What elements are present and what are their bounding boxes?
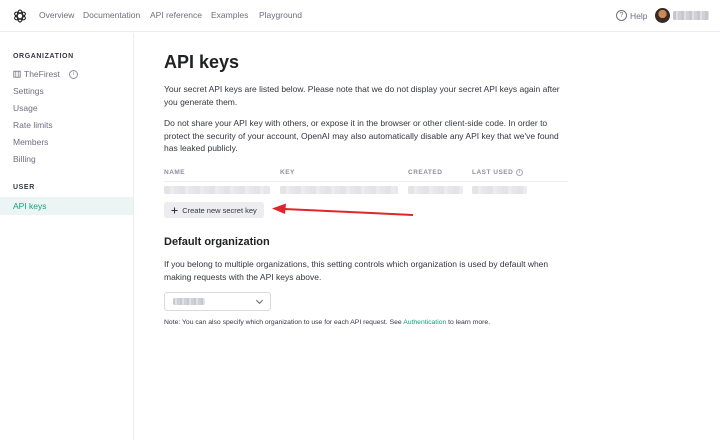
sidebar-item-rate-limits[interactable]: Rate limits — [13, 120, 53, 130]
key-created-redacted — [408, 186, 463, 194]
info-icon[interactable]: i — [516, 169, 524, 176]
create-secret-key-button[interactable]: Create new secret key — [164, 202, 264, 218]
nav-examples[interactable]: Examples — [211, 10, 248, 20]
help-label: Help — [630, 10, 648, 21]
column-header-created: CREATED — [408, 169, 443, 176]
building-icon — [13, 70, 21, 78]
annotation-arrow — [272, 203, 414, 216]
sidebar-item-api-keys[interactable]: API keys — [0, 197, 133, 215]
warning-text: Do not share your API key with others, o… — [164, 118, 559, 153]
org-selector[interactable]: TheFirest i — [13, 69, 78, 79]
help-icon: ? — [616, 10, 627, 21]
top-nav: Overview Documentation API reference Exa… — [0, 0, 720, 32]
column-header-name: NAME — [164, 169, 186, 176]
nav-documentation[interactable]: Documentation — [83, 10, 140, 20]
sidebar-item-label: API keys — [13, 201, 47, 211]
intro-text: Your secret API keys are listed below. P… — [164, 84, 560, 107]
default-org-select[interactable] — [164, 292, 271, 311]
default-org-title: Default organization — [164, 236, 270, 248]
sidebar: ORGANIZATION TheFirest i Settings Usage … — [0, 33, 134, 440]
sidebar-item-usage[interactable]: Usage — [13, 103, 38, 113]
column-header-key: KEY — [280, 169, 295, 176]
nav-api-reference[interactable]: API reference — [150, 10, 202, 20]
info-icon[interactable]: i — [68, 69, 78, 79]
create-button-label: Create new secret key — [182, 205, 257, 215]
help-link[interactable]: ? Help — [616, 10, 647, 21]
username-redacted[interactable] — [673, 11, 709, 20]
chevron-down-icon — [255, 299, 264, 305]
sidebar-item-members[interactable]: Members — [13, 137, 48, 147]
selected-org-redacted — [173, 298, 205, 305]
authentication-link[interactable]: Authentication — [403, 319, 446, 326]
sidebar-heading-user: USER — [13, 184, 35, 191]
plus-icon — [171, 206, 178, 214]
sidebar-item-settings[interactable]: Settings — [13, 86, 44, 96]
openai-logo-icon[interactable] — [12, 8, 28, 24]
key-name-redacted — [164, 186, 270, 194]
nav-playground[interactable]: Playground — [259, 10, 302, 20]
key-last-used-redacted — [472, 186, 527, 194]
default-org-description: If you belong to multiple organizations,… — [164, 259, 549, 282]
table-divider — [164, 181, 568, 182]
key-value-redacted — [280, 186, 398, 194]
org-name: TheFirest — [24, 69, 60, 79]
page-title: API keys — [164, 52, 240, 72]
sidebar-heading-organization: ORGANIZATION — [13, 53, 74, 60]
sidebar-item-billing[interactable]: Billing — [13, 154, 36, 164]
avatar[interactable] — [655, 8, 670, 23]
note-text: Note: You can also specify which organiz… — [164, 319, 491, 326]
column-header-last-used: LAST USED i — [472, 169, 524, 176]
nav-overview[interactable]: Overview — [39, 10, 74, 20]
